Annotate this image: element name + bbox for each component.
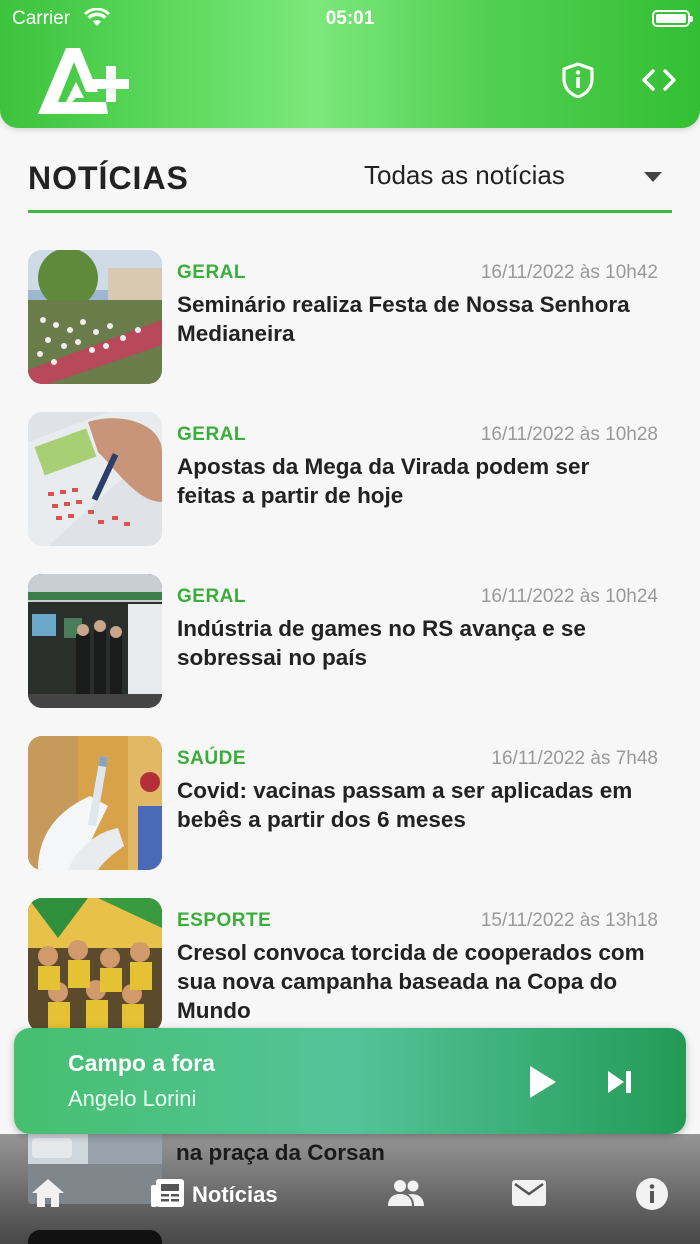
audio-mini-player[interactable]: Campo a fora Angelo Lorini: [14, 1028, 686, 1134]
news-title: Covid: vacinas passam a ser aplicadas em…: [177, 778, 633, 832]
news-title: Indústria de games no RS avança e se sob…: [177, 616, 586, 670]
a-plus-logo-icon[interactable]: [36, 44, 132, 116]
code-icon[interactable]: [641, 62, 677, 98]
skip-next-icon: [608, 1071, 631, 1093]
news-category: ESPORTE: [177, 910, 272, 931]
player-title: Campo a fora: [68, 1050, 215, 1076]
tab-team[interactable]: [386, 1176, 426, 1216]
filter-label: Todas as notícias: [364, 160, 565, 190]
news-thumbnail: [28, 898, 162, 1032]
player-subtitle: Angelo Lorini: [68, 1086, 197, 1111]
battery-icon: [652, 10, 693, 27]
news-section-header: NOTÍCIAS Todas as notícias: [28, 150, 672, 213]
clock: 05:01: [325, 8, 375, 29]
app-header: Carrier 05:01: [0, 0, 700, 128]
news-title: Apostas da Mega da Virada podem ser feit…: [177, 454, 590, 508]
chevron-down-icon: [644, 172, 662, 182]
people-icon: [388, 1180, 424, 1206]
news-title: Cresol convoca torcida de cooperados com…: [177, 940, 645, 1023]
news-date: 16/11/2022 às 7h48: [491, 748, 658, 769]
tab-home[interactable]: [30, 1176, 66, 1216]
info-icon: [636, 1178, 668, 1210]
shield-info-icon[interactable]: [560, 62, 596, 99]
tab-about[interactable]: [634, 1176, 670, 1216]
play-button[interactable]: [522, 1062, 562, 1102]
news-date: 16/11/2022 às 10h28: [480, 424, 658, 445]
news-item[interactable]: GERAL 16/11/2022 às 10h28 Apostas da Meg…: [28, 412, 672, 548]
tab-news[interactable]: Notícias: [150, 1176, 300, 1216]
skip-next-button[interactable]: [604, 1066, 636, 1098]
news-thumbnail: [28, 736, 162, 870]
news-category: GERAL: [177, 262, 246, 283]
news-category: GERAL: [177, 424, 246, 445]
news-category: SAÚDE: [177, 748, 247, 769]
news-title: Seminário realiza Festa de Nossa Senhora…: [177, 292, 630, 346]
play-icon: [530, 1066, 556, 1098]
news-date: 15/11/2022 às 13h18: [480, 910, 658, 931]
bottom-tab-bar: na praça da Corsan Notícias: [0, 1134, 700, 1244]
news-date: 16/11/2022 às 10h24: [480, 586, 658, 607]
news-item[interactable]: GERAL 16/11/2022 às 10h24 Indústria de g…: [28, 574, 672, 710]
mail-icon: [512, 1180, 546, 1206]
news-item[interactable]: SAÚDE 16/11/2022 às 7h48 Covid: vacinas …: [28, 736, 672, 872]
news-date: 16/11/2022 às 10h42: [480, 262, 658, 283]
news-title: na praça da Corsan: [176, 1140, 385, 1165]
tab-contact[interactable]: [510, 1176, 548, 1216]
status-bar: Carrier 05:01: [0, 6, 700, 32]
news-thumbnail: [28, 250, 162, 384]
newspaper-icon: [151, 1179, 184, 1207]
news-item[interactable]: GERAL 16/11/2022 às 10h42 Seminário real…: [28, 250, 672, 386]
news-thumbnail: [28, 412, 162, 546]
tab-news-label: Notícias: [192, 1182, 278, 1207]
news-thumbnail: [28, 574, 162, 708]
news-thumbnail: [28, 1230, 162, 1244]
news-category: GERAL: [177, 586, 246, 607]
news-item[interactable]: ESPORTE 15/11/2022 às 13h18 Cresol convo…: [28, 898, 672, 1034]
home-icon: [32, 1179, 64, 1207]
page-title: NOTÍCIAS: [28, 160, 189, 196]
category-filter-dropdown[interactable]: Todas as notícias: [362, 160, 672, 196]
